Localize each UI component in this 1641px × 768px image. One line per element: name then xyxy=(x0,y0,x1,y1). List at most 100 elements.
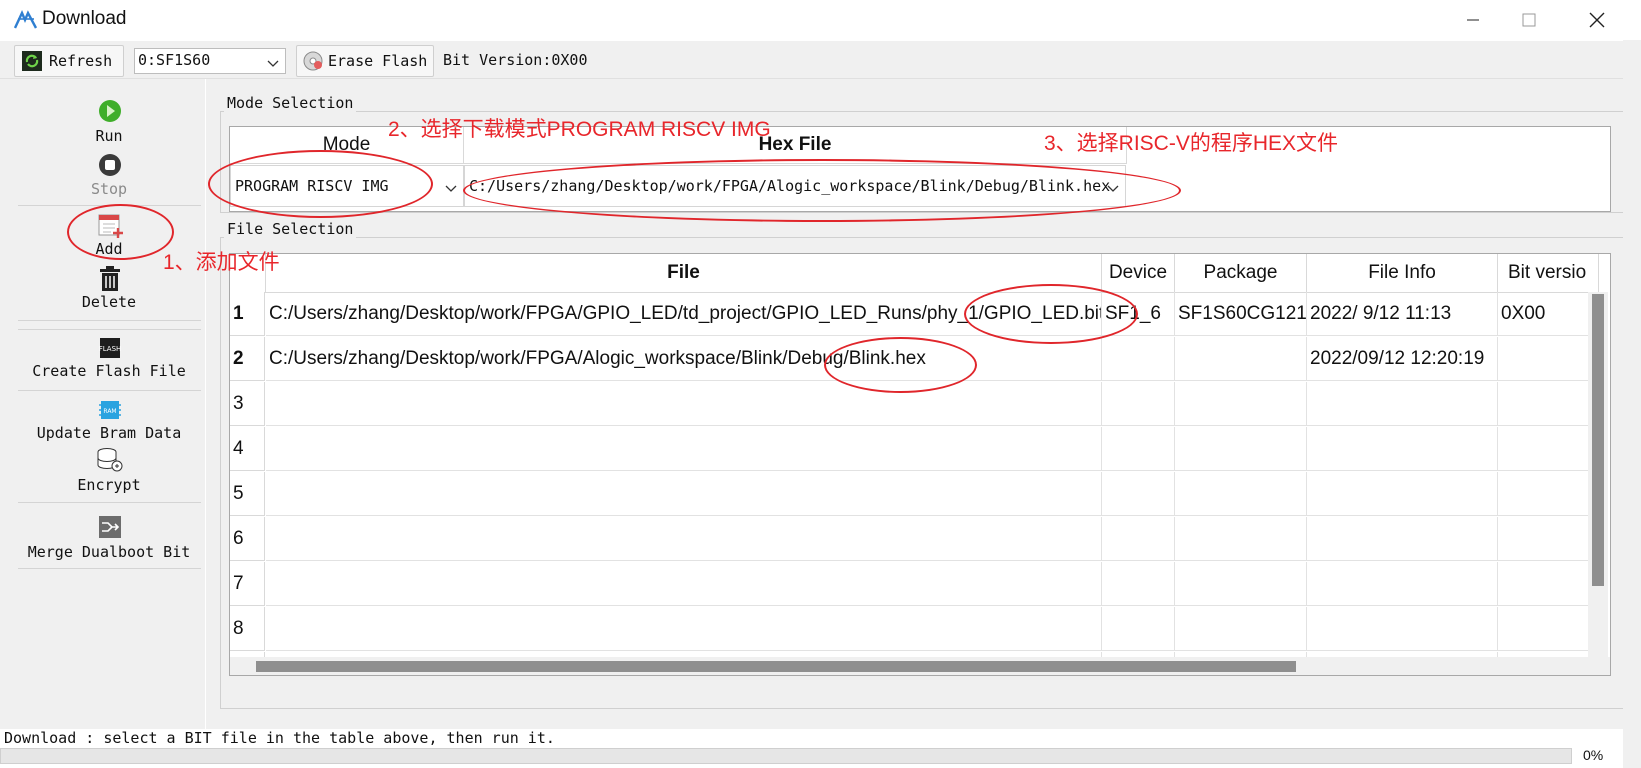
database-lock-icon[interactable] xyxy=(96,447,124,477)
file-info-cell[interactable] xyxy=(1307,517,1498,561)
mode-selection-title: Mode Selection xyxy=(224,94,357,112)
file-info-column-header[interactable]: File Info xyxy=(1307,254,1498,293)
row-number[interactable]: 4 xyxy=(230,427,265,471)
device-cell[interactable] xyxy=(1102,472,1175,516)
annotation-step-2: 2、选择下载模式PROGRAM RISCV IMG xyxy=(388,118,771,141)
bit-version-column-header[interactable]: Bit versio xyxy=(1498,254,1599,293)
file-selection-title: File Selection xyxy=(224,220,357,238)
bit-version-cell[interactable] xyxy=(1498,382,1598,426)
package-column-header[interactable]: Package xyxy=(1175,254,1307,293)
table-row[interactable] xyxy=(266,562,1606,606)
row-number[interactable]: 6 xyxy=(230,517,265,561)
erase-flash-label: Erase Flash xyxy=(328,52,428,70)
app-logo-icon xyxy=(13,10,38,30)
file-info-cell[interactable] xyxy=(1307,472,1498,516)
encrypt-label[interactable]: Encrypt xyxy=(0,476,218,494)
device-cell[interactable] xyxy=(1102,562,1175,606)
row-number[interactable]: 2 xyxy=(230,337,265,381)
table-row[interactable]: C:/Users/zhang/Desktop/work/FPGA/GPIO_LE… xyxy=(266,292,1606,336)
device-cell[interactable] xyxy=(1102,427,1175,471)
ram-chip-icon[interactable]: RAM xyxy=(98,398,122,426)
file-path-cell[interactable] xyxy=(266,607,1102,651)
file-column-header[interactable]: File xyxy=(266,254,1102,293)
sidebar-divider xyxy=(18,390,201,391)
merge-dualboot-bit-label[interactable]: Merge Dualboot Bit xyxy=(0,543,218,561)
package-cell[interactable] xyxy=(1175,427,1307,471)
file-path-cell[interactable] xyxy=(266,472,1102,516)
update-bram-data-label[interactable]: Update Bram Data xyxy=(0,424,218,442)
package-cell[interactable] xyxy=(1175,607,1307,651)
file-info-cell[interactable] xyxy=(1307,562,1498,606)
sidebar-divider xyxy=(18,568,201,569)
vertical-scrollbar-thumb[interactable] xyxy=(1592,294,1604,586)
device-cell[interactable] xyxy=(1102,517,1175,561)
file-path-cell[interactable] xyxy=(266,382,1102,426)
stop-icon[interactable] xyxy=(98,153,122,181)
bit-version-cell[interactable] xyxy=(1498,337,1598,381)
bit-version-cell[interactable] xyxy=(1498,472,1598,516)
file-table: File Device Package File Info Bit versio… xyxy=(229,253,1611,676)
bit-version-cell[interactable] xyxy=(1498,517,1598,561)
merge-icon[interactable] xyxy=(98,515,122,543)
horizontal-scrollbar-thumb[interactable] xyxy=(256,661,1296,672)
file-info-cell[interactable]: 2022/09/12 12:20:19 xyxy=(1307,337,1498,381)
bit-version-cell[interactable] xyxy=(1498,607,1598,651)
refresh-button[interactable]: Refresh xyxy=(14,45,124,77)
device-cell[interactable] xyxy=(1102,382,1175,426)
delete-label[interactable]: Delete xyxy=(0,293,218,311)
package-cell[interactable] xyxy=(1175,472,1307,516)
refresh-label: Refresh xyxy=(49,52,113,70)
file-info-cell[interactable] xyxy=(1307,427,1498,471)
close-button[interactable] xyxy=(1574,6,1620,34)
device-cell[interactable] xyxy=(1102,607,1175,651)
package-cell[interactable] xyxy=(1175,517,1307,561)
chevron-down-icon xyxy=(445,180,457,198)
bit-version-cell[interactable]: 0X00 xyxy=(1498,292,1598,336)
status-message: Download : select a BIT file in the tabl… xyxy=(4,729,555,747)
svg-text:FLASH: FLASH xyxy=(99,345,122,353)
run-label[interactable]: Run xyxy=(0,127,218,145)
table-row[interactable] xyxy=(266,607,1606,651)
file-path-cell[interactable] xyxy=(266,427,1102,471)
table-row[interactable] xyxy=(266,472,1606,516)
flash-chip-icon[interactable]: FLASH xyxy=(98,336,122,364)
row-number[interactable]: 3 xyxy=(230,382,265,426)
row-number[interactable]: 5 xyxy=(230,472,265,516)
run-icon[interactable] xyxy=(98,99,122,127)
row-number[interactable]: 8 xyxy=(230,607,265,651)
annotation-step-3: 3、选择RISC-V的程序HEX文件 xyxy=(1044,132,1339,155)
sidebar-divider xyxy=(18,329,201,330)
package-cell[interactable] xyxy=(1175,562,1307,606)
device-select[interactable]: 0:SF1S60 xyxy=(134,48,286,74)
package-cell[interactable] xyxy=(1175,382,1307,426)
annotation-ellipse xyxy=(964,284,1138,344)
device-column-header[interactable]: Device xyxy=(1102,254,1175,293)
annotation-step-1: 1、添加文件 xyxy=(163,251,280,274)
file-info-cell[interactable]: 2022/ 9/12 11:13 xyxy=(1307,292,1498,336)
stop-label[interactable]: Stop xyxy=(0,180,218,198)
create-flash-file-label[interactable]: Create Flash File xyxy=(0,362,218,380)
title-bar xyxy=(0,0,1641,40)
device-cell[interactable] xyxy=(1102,337,1175,381)
delete-icon[interactable] xyxy=(98,266,122,296)
file-info-cell[interactable] xyxy=(1307,382,1498,426)
window-title: Download xyxy=(42,8,127,29)
row-number[interactable]: 7 xyxy=(230,562,265,606)
table-row[interactable] xyxy=(266,517,1606,561)
file-path-cell[interactable]: C:/Users/zhang/Desktop/work/FPGA/Alogic_… xyxy=(266,337,1102,381)
file-info-cell[interactable] xyxy=(1307,607,1498,651)
bit-version-cell[interactable] xyxy=(1498,427,1598,471)
file-path-cell[interactable] xyxy=(266,517,1102,561)
maximize-button[interactable] xyxy=(1506,6,1552,34)
sidebar-divider xyxy=(18,502,201,503)
file-path-cell[interactable] xyxy=(266,562,1102,606)
chevron-down-icon xyxy=(267,55,279,73)
minimize-button[interactable] xyxy=(1450,6,1496,34)
erase-flash-button[interactable]: Erase Flash xyxy=(296,45,434,77)
window-side-strip xyxy=(1623,40,1641,768)
package-cell[interactable]: SF1S60CG121I xyxy=(1175,292,1307,336)
package-cell[interactable] xyxy=(1175,337,1307,381)
row-number[interactable]: 1 xyxy=(230,292,265,336)
table-row[interactable] xyxy=(266,427,1606,471)
bit-version-cell[interactable] xyxy=(1498,562,1598,606)
